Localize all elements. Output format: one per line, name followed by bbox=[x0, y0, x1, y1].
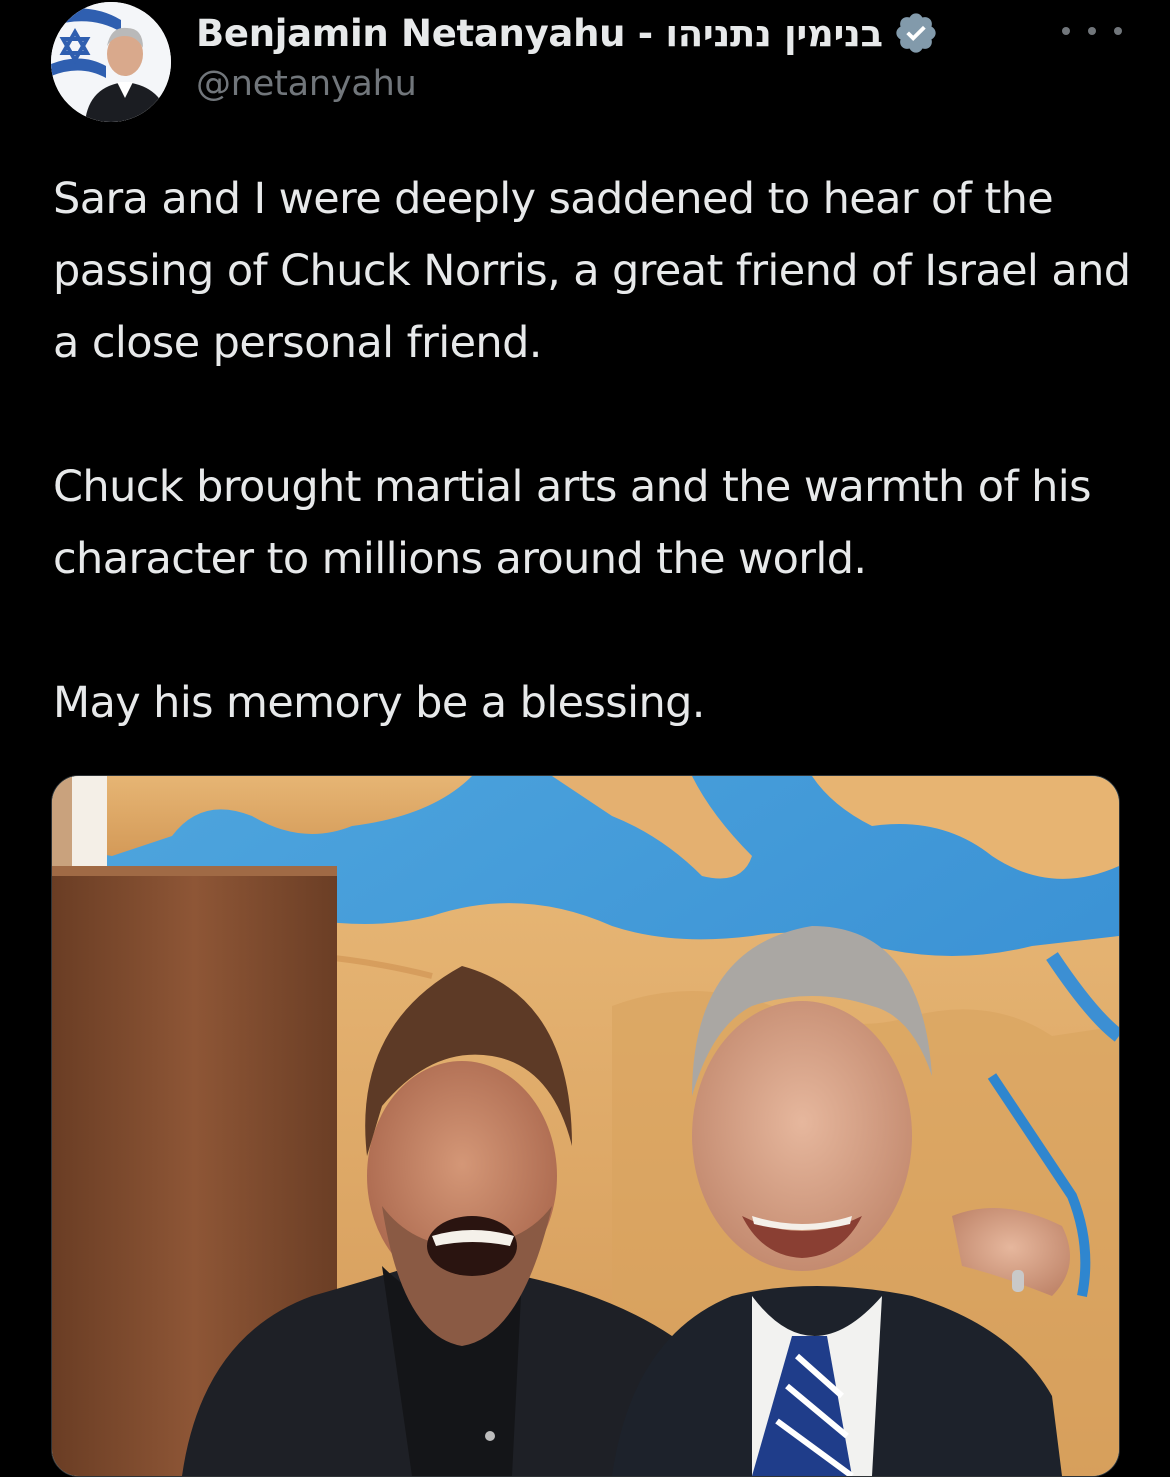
verified-badge-icon bbox=[893, 10, 939, 56]
tweet[interactable]: Benjamin Netanyahu - בנימין נתניהו @neta… bbox=[0, 0, 1170, 1477]
author-name-row[interactable]: Benjamin Netanyahu - בנימין נתניהו bbox=[196, 8, 939, 58]
avatar-photo-icon bbox=[51, 2, 171, 122]
tweet-paragraph: Sara and I were deeply saddened to hear … bbox=[53, 174, 1131, 368]
tweet-paragraph: Chuck brought martial arts and the warmt… bbox=[53, 462, 1091, 584]
author-display-name[interactable]: Benjamin Netanyahu - בנימין נתניהו bbox=[196, 12, 883, 55]
dot bbox=[1062, 27, 1070, 35]
author-avatar[interactable] bbox=[51, 2, 171, 122]
dot bbox=[1088, 27, 1096, 35]
tweet-text: Sara and I were deeply saddened to hear … bbox=[53, 163, 1143, 739]
dot bbox=[1114, 27, 1122, 35]
author-handle[interactable]: @netanyahu bbox=[196, 64, 417, 104]
tweet-photo[interactable] bbox=[51, 775, 1120, 1477]
more-options-icon[interactable] bbox=[1062, 16, 1122, 46]
photo-image-icon bbox=[52, 776, 1119, 1476]
tweet-paragraph: May his memory be a blessing. bbox=[53, 678, 705, 728]
